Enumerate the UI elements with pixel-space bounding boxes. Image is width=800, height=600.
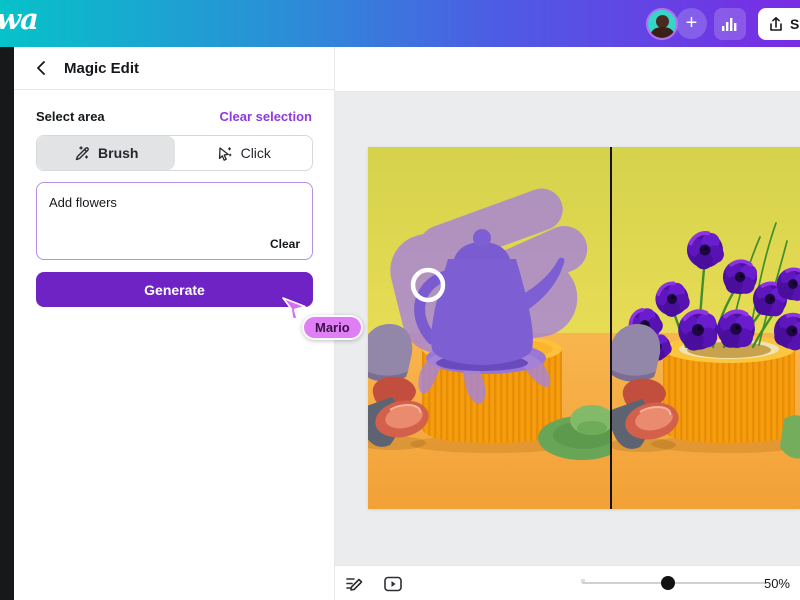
zoom-slider-thumb[interactable] bbox=[661, 576, 675, 590]
click-tool-button[interactable]: Click bbox=[175, 136, 313, 170]
panel-header: Magic Edit bbox=[14, 47, 334, 90]
canvas-footer: 50% bbox=[335, 565, 800, 600]
before-image-half bbox=[368, 147, 626, 509]
play-icon bbox=[383, 574, 403, 594]
magic-edit-image[interactable] bbox=[368, 147, 800, 509]
zoom-level-label[interactable]: 50% bbox=[764, 576, 790, 591]
notes-button[interactable] bbox=[344, 573, 366, 595]
canvas-body bbox=[335, 92, 800, 565]
notes-pen-icon bbox=[345, 574, 365, 594]
back-button[interactable] bbox=[30, 58, 50, 78]
avatar[interactable] bbox=[646, 8, 678, 40]
gray-bowl bbox=[368, 324, 412, 382]
before-after-scene bbox=[368, 147, 800, 509]
collaborator-name-badge: Mario bbox=[302, 315, 363, 340]
brush-tool-label: Brush bbox=[98, 145, 138, 161]
chevron-left-icon bbox=[36, 61, 45, 75]
share-label: S bbox=[790, 16, 799, 32]
prompt-input[interactable]: Add flowers bbox=[37, 183, 312, 235]
upload-icon bbox=[768, 16, 784, 33]
panel-title: Magic Edit bbox=[64, 60, 139, 77]
bar-chart-icon bbox=[721, 15, 739, 33]
insights-button[interactable] bbox=[714, 8, 746, 40]
top-bar: wa + bbox=[0, 0, 800, 47]
magic-brush-icon bbox=[73, 145, 90, 162]
share-button[interactable]: S bbox=[758, 8, 800, 40]
select-area-label: Select area bbox=[36, 109, 105, 124]
generate-button[interactable]: Generate bbox=[36, 272, 313, 307]
avatar-bust bbox=[651, 27, 674, 40]
collapsed-sidebar-rail[interactable] bbox=[0, 47, 14, 600]
canva-logo[interactable]: wa bbox=[0, 2, 38, 36]
selection-tool-toggle: Brush Click bbox=[36, 135, 313, 171]
clear-selection-link[interactable]: Clear selection bbox=[220, 109, 313, 124]
prompt-clear-button[interactable]: Clear bbox=[270, 237, 300, 251]
add-member-button[interactable]: + bbox=[676, 8, 707, 39]
present-button[interactable] bbox=[382, 573, 404, 595]
vase bbox=[663, 335, 795, 443]
canvas-header bbox=[335, 47, 800, 92]
after-image-half bbox=[608, 147, 800, 509]
brush-tool-button[interactable]: Brush bbox=[37, 136, 175, 170]
click-tool-label: Click bbox=[241, 145, 271, 161]
magic-click-icon bbox=[216, 145, 233, 162]
prompt-box: Add flowers Clear bbox=[36, 182, 313, 260]
magic-edit-panel: Magic Edit Select area Clear selection bbox=[14, 47, 335, 600]
plus-icon: + bbox=[686, 12, 698, 35]
select-area-row: Select area Clear selection bbox=[36, 109, 312, 124]
canva-magic-edit-app: wa + bbox=[0, 0, 800, 600]
